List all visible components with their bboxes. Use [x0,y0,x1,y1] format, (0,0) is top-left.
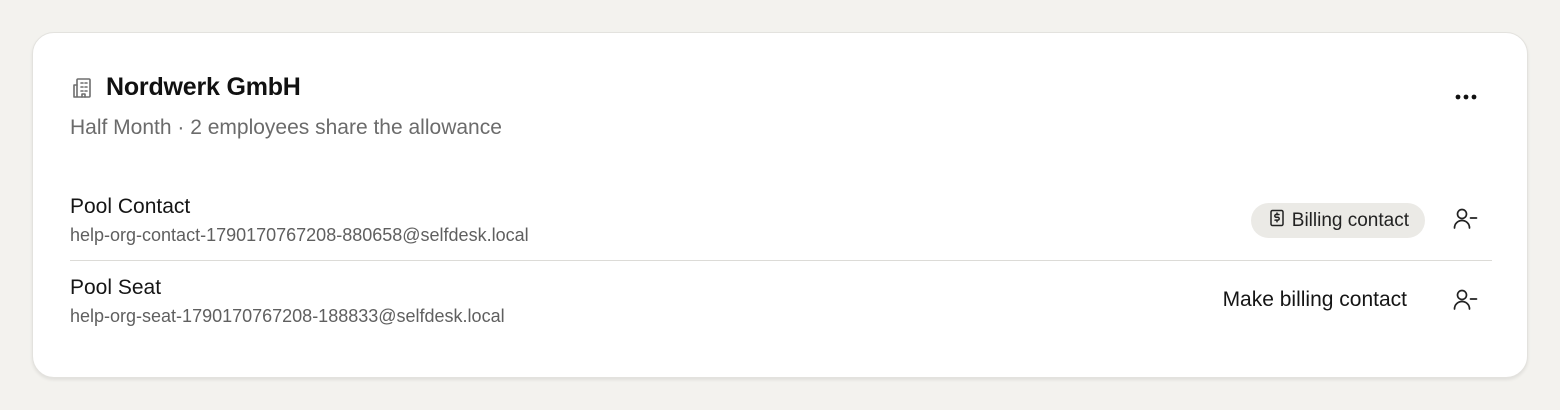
member-row: Pool Seat help-org-seat-1790170767208-18… [70,262,1492,342]
badge-label: Billing contact [1291,209,1409,231]
organization-name: Nordwerk GmbH [106,73,301,101]
organization-header: Nordwerk GmbH [70,73,301,102]
remove-member-button[interactable] [1450,287,1480,317]
organization-subtitle: Half Month · 2 employees share the allow… [70,116,502,139]
organization-card: Nordwerk GmbH Half Month · 2 employees s… [32,32,1528,378]
building-icon [70,76,94,100]
member-email: help-org-seat-1790170767208-188833@selfd… [70,306,505,326]
member-email: help-org-contact-1790170767208-880658@se… [70,225,529,245]
receipt-dollar-icon [1269,209,1285,233]
remove-member-button[interactable] [1450,206,1480,236]
member-name: Pool Seat [70,276,162,299]
more-options-button[interactable] [1449,81,1483,111]
member-row: Pool Contact help-org-contact-1790170767… [70,181,1492,261]
user-minus-icon [1452,207,1478,236]
make-billing-contact-button[interactable]: Make billing contact [1223,288,1407,312]
billing-contact-badge: Billing contact [1250,203,1425,238]
user-minus-icon [1452,288,1478,317]
member-name: Pool Contact [70,195,191,218]
more-horizontal-icon [1455,87,1477,105]
